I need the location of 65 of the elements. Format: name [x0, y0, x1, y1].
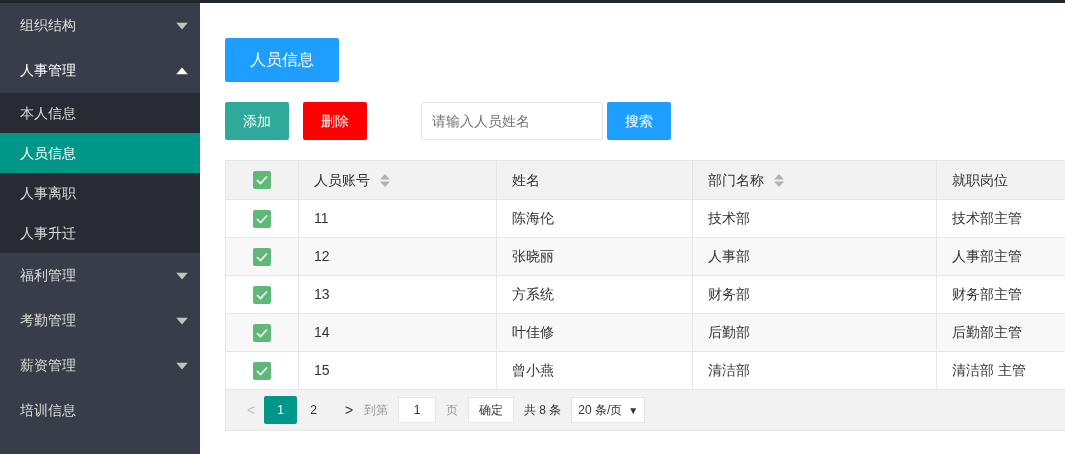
table-cell-text: 财务部主管	[952, 285, 1022, 304]
menu-item[interactable]: 组织结构	[0, 3, 200, 48]
page-number-field[interactable]: 1	[398, 397, 436, 423]
page-button[interactable]: 2	[297, 396, 330, 424]
caret-up-icon	[176, 67, 188, 74]
submenu-item[interactable]: 本人信息	[0, 93, 200, 133]
checkbox[interactable]	[253, 361, 271, 380]
check-icon	[256, 213, 268, 224]
table-cell-text: 财务部	[708, 285, 750, 304]
caret-down-icon	[176, 317, 188, 324]
table-cell-text: 12	[314, 247, 330, 266]
checkbox[interactable]	[253, 209, 271, 228]
table-cell-text: 方系统	[512, 285, 554, 304]
table-cell-text: 清洁部	[708, 361, 750, 380]
table-cell-text: 人事部主管	[952, 247, 1022, 266]
table-cell-text: 叶佳修	[512, 323, 554, 342]
check-icon	[256, 289, 268, 300]
next-page-button[interactable]: >	[336, 397, 362, 423]
table-cell-text: 11	[314, 209, 329, 228]
table-cell-text: 曾小燕	[512, 361, 554, 380]
page-title-badge: 人员信息	[225, 38, 339, 82]
table-cell-text: 后勤部	[708, 323, 750, 342]
check-icon	[256, 175, 268, 185]
checkbox[interactable]	[253, 171, 271, 189]
table-cell-text: 技术部主管	[952, 209, 1022, 228]
checkbox[interactable]	[253, 285, 271, 304]
total-count: 共 8 条	[524, 402, 562, 419]
page-button[interactable]: 1	[264, 396, 297, 424]
checkbox[interactable]	[253, 247, 271, 266]
caret-down-icon	[176, 272, 188, 279]
table-cell-text: 清洁部 主管	[952, 361, 1026, 380]
menu-item[interactable]: 福利管理	[0, 253, 200, 298]
page-size-select[interactable]: 20 条/页 ▼	[571, 397, 646, 423]
search-field[interactable]: 请输入人员姓名	[421, 102, 603, 140]
table-cell-text: 后勤部主管	[952, 323, 1022, 342]
sort-icon[interactable]	[380, 173, 390, 187]
caret-down-icon	[176, 22, 188, 29]
check-icon	[256, 365, 268, 376]
table-cell-text: 技术部	[708, 209, 750, 228]
menu-item[interactable]: 考勤管理	[0, 298, 200, 343]
checkbox[interactable]	[253, 323, 271, 342]
check-icon	[256, 327, 268, 338]
table-cell-text: 张晓丽	[512, 247, 554, 266]
menu-item[interactable]: 人事管理	[0, 48, 200, 93]
table-cell-text: 13	[314, 285, 330, 304]
submenu-item[interactable]: 人事升迁	[0, 213, 200, 253]
table-cell-text: 人事部	[708, 247, 750, 266]
table-cell-text: 陈海伦	[512, 209, 554, 228]
check-icon	[256, 251, 268, 262]
table-cell-text: 15	[314, 361, 330, 380]
delete-button[interactable]: 删除	[303, 102, 367, 140]
submenu-item[interactable]: 人事离职	[0, 173, 200, 213]
sort-icon[interactable]	[774, 173, 784, 187]
caret-down-icon	[176, 362, 188, 369]
confirm-button[interactable]: 确定	[468, 397, 514, 423]
column-header: 就职岗位	[952, 170, 1008, 190]
table-cell-text: 14	[314, 323, 330, 342]
menu-item[interactable]: 薪资管理	[0, 343, 200, 388]
page-unit-label: 页	[446, 402, 458, 419]
menu-item[interactable]: 培训信息	[0, 388, 200, 433]
column-header: 人员账号	[314, 170, 370, 190]
column-header: 部门名称	[708, 170, 764, 190]
submenu-item[interactable]: 人员信息	[0, 133, 200, 173]
column-header: 姓名	[512, 170, 540, 190]
goto-label: 到第	[364, 402, 388, 419]
